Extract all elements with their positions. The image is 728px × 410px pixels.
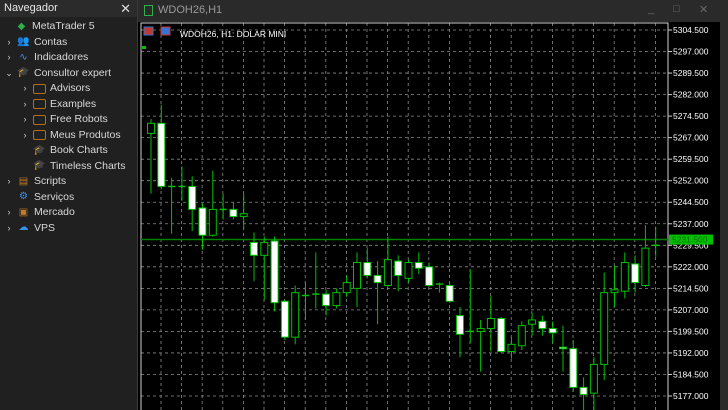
candle-bull bbox=[342, 282, 351, 294]
price-tick-label: 5282.000 bbox=[673, 90, 709, 100]
price-tick-label: 5214.500 bbox=[673, 283, 709, 293]
price-chart[interactable]: 5304.500 5297.000 5289.500 5282.000 5274.500… bbox=[0, 0, 728, 410]
candle-bear bbox=[548, 328, 557, 334]
candle-bear bbox=[414, 262, 423, 269]
candle-bear bbox=[631, 263, 640, 284]
candle-bull bbox=[600, 292, 609, 365]
trade-level-marker bbox=[142, 46, 146, 49]
candle-bear bbox=[456, 315, 464, 335]
candle-bear bbox=[559, 346, 567, 350]
candle-bear bbox=[270, 240, 279, 304]
chart-frame bbox=[140, 22, 669, 410]
candle-bull bbox=[641, 247, 650, 286]
candle-bull bbox=[528, 319, 537, 325]
one-click-trading-icon bbox=[143, 26, 154, 36]
price-tick-label: 5259.500 bbox=[673, 154, 709, 164]
symbol-label: WDOH26, H1: DOLAR MINI bbox=[180, 29, 287, 39]
price-tick-label: 5192.000 bbox=[673, 348, 709, 358]
price-tick-label: 5177.000 bbox=[673, 391, 709, 401]
candle-bear bbox=[579, 386, 588, 396]
price-tick-label: 5289.500 bbox=[673, 68, 709, 78]
candle-bear bbox=[373, 274, 382, 284]
price-tick-label: 5304.500 bbox=[673, 25, 709, 35]
price-tick-label: 5252.000 bbox=[673, 176, 709, 186]
candle-bear bbox=[538, 320, 547, 330]
price-tick-label: 5222.000 bbox=[673, 262, 709, 272]
bid-price-label: 5231.500 bbox=[672, 235, 708, 245]
candle-bull bbox=[332, 292, 341, 307]
candle-bear bbox=[157, 122, 166, 187]
candle-bear bbox=[363, 262, 372, 276]
candle-bear bbox=[425, 266, 434, 286]
candle-bear bbox=[280, 300, 289, 338]
candle-bull bbox=[404, 262, 413, 279]
candle-bull bbox=[517, 325, 526, 347]
candle-bull bbox=[353, 262, 361, 289]
candle-bull bbox=[507, 343, 516, 353]
depth-of-market-icon bbox=[160, 26, 171, 36]
price-tick-label: 5207.000 bbox=[673, 305, 709, 315]
price-tick-label: 5274.500 bbox=[673, 111, 709, 121]
candle-bull bbox=[476, 328, 485, 332]
candle-bull bbox=[260, 241, 269, 256]
price-tick-label: 5184.500 bbox=[673, 369, 709, 379]
candle-bear bbox=[188, 185, 197, 210]
candle-bull bbox=[486, 317, 495, 330]
candle-bear bbox=[250, 241, 258, 256]
candle-bear bbox=[569, 348, 578, 388]
candle-bear bbox=[229, 208, 238, 218]
candle-bear bbox=[497, 317, 506, 353]
candle-bull bbox=[620, 262, 629, 292]
price-tick-label: 5244.500 bbox=[673, 197, 709, 207]
candle-bull bbox=[291, 292, 300, 338]
price-tick-label: 5297.000 bbox=[673, 47, 709, 57]
candle-bull bbox=[610, 289, 619, 294]
price-tick-label: 5267.000 bbox=[673, 133, 709, 143]
candle-bear bbox=[445, 284, 454, 302]
candle-bull bbox=[147, 122, 155, 134]
candle-bull bbox=[239, 213, 248, 218]
price-tick-label: 5199.500 bbox=[673, 326, 709, 336]
candle-bull bbox=[208, 208, 217, 236]
price-tick-label: 5237.000 bbox=[673, 219, 709, 229]
candle-bear bbox=[198, 207, 207, 236]
candle-bear bbox=[394, 260, 403, 276]
candle-bull bbox=[383, 259, 392, 286]
candle-bear bbox=[322, 293, 331, 307]
candle-bull bbox=[589, 363, 598, 394]
